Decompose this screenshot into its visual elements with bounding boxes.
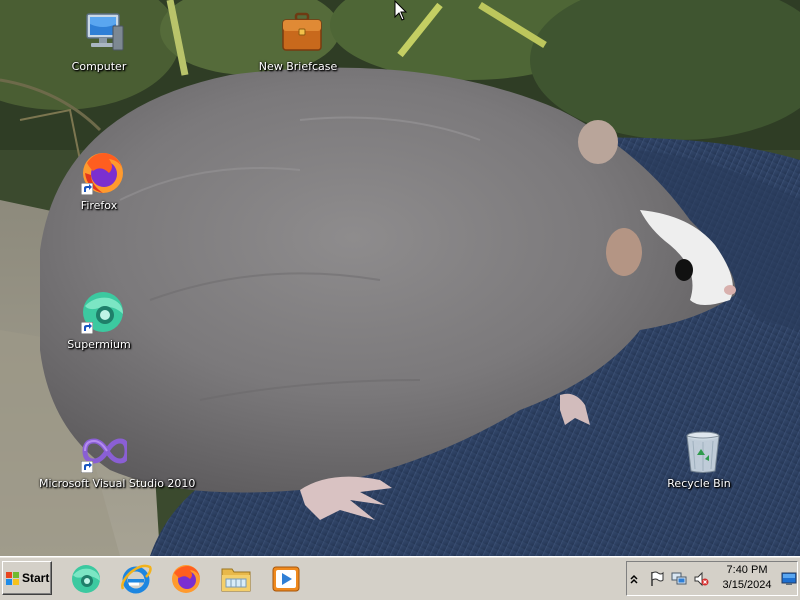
- desktop-icon-label: New Briefcase: [258, 60, 338, 73]
- desktop[interactable]: Computer New Briefcase Firefox Supermium…: [0, 0, 800, 556]
- windows-logo-icon: [6, 572, 19, 585]
- action-center-flag-icon[interactable]: [649, 571, 665, 587]
- computer-icon: [86, 13, 124, 51]
- shortcut-arrow-icon: [81, 461, 93, 473]
- system-clock[interactable]: 7:40 PM 3/15/2024: [715, 563, 779, 593]
- taskbar-pin-file-explorer[interactable]: [216, 561, 256, 595]
- taskbar-pin-internet-explorer[interactable]: [116, 561, 156, 595]
- firefox-icon: [172, 565, 200, 593]
- briefcase-icon: [282, 12, 322, 51]
- start-button[interactable]: Start: [2, 561, 52, 595]
- internet-explorer-icon: [121, 564, 152, 594]
- desktop-icon-new-briefcase[interactable]: New Briefcase: [238, 6, 358, 80]
- desktop-icon-supermium[interactable]: Supermium: [39, 284, 159, 358]
- taskbar-pin-supermium[interactable]: [66, 561, 106, 595]
- desktop-icon-label: Firefox: [80, 199, 118, 212]
- shortcut-arrow-icon: [81, 322, 93, 334]
- desktop-icon-label: Computer: [71, 60, 127, 73]
- taskbar-pin-firefox[interactable]: [166, 561, 206, 595]
- file-explorer-icon: [221, 568, 251, 592]
- media-player-icon: [272, 566, 300, 592]
- supermium-icon: [72, 565, 100, 593]
- mouse-pointer-icon: [394, 0, 408, 21]
- volume-muted-icon[interactable]: [693, 571, 709, 587]
- desktop-icon-firefox[interactable]: Firefox: [39, 145, 159, 219]
- desktop-icon-visual-studio-2010[interactable]: Microsoft Visual Studio 2010: [39, 423, 196, 497]
- notification-area: 7:40 PM 3/15/2024: [626, 561, 798, 596]
- network-icon[interactable]: [671, 571, 687, 587]
- desktop-icon-label: Microsoft Visual Studio 2010: [39, 477, 196, 490]
- clock-time: 7:40 PM: [726, 564, 768, 576]
- shortcut-arrow-icon: [81, 183, 93, 195]
- desktop-icon-recycle-bin[interactable]: Recycle Bin: [639, 423, 759, 497]
- desktop-icon-computer[interactable]: Computer: [39, 6, 159, 80]
- taskbar: Start 7:40 PM 3/15/2024: [0, 556, 800, 600]
- show-desktop-icon[interactable]: [781, 571, 797, 587]
- recycle-bin-icon: [686, 431, 720, 473]
- clock-date: 3/15/2024: [722, 579, 772, 591]
- start-label: Start: [22, 571, 50, 585]
- desktop-icon-label: Supermium: [67, 338, 131, 351]
- desktop-icon-label: Recycle Bin: [667, 477, 731, 490]
- taskbar-pin-media-player[interactable]: [266, 561, 306, 595]
- show-hidden-icons-chevron[interactable]: [629, 571, 639, 587]
